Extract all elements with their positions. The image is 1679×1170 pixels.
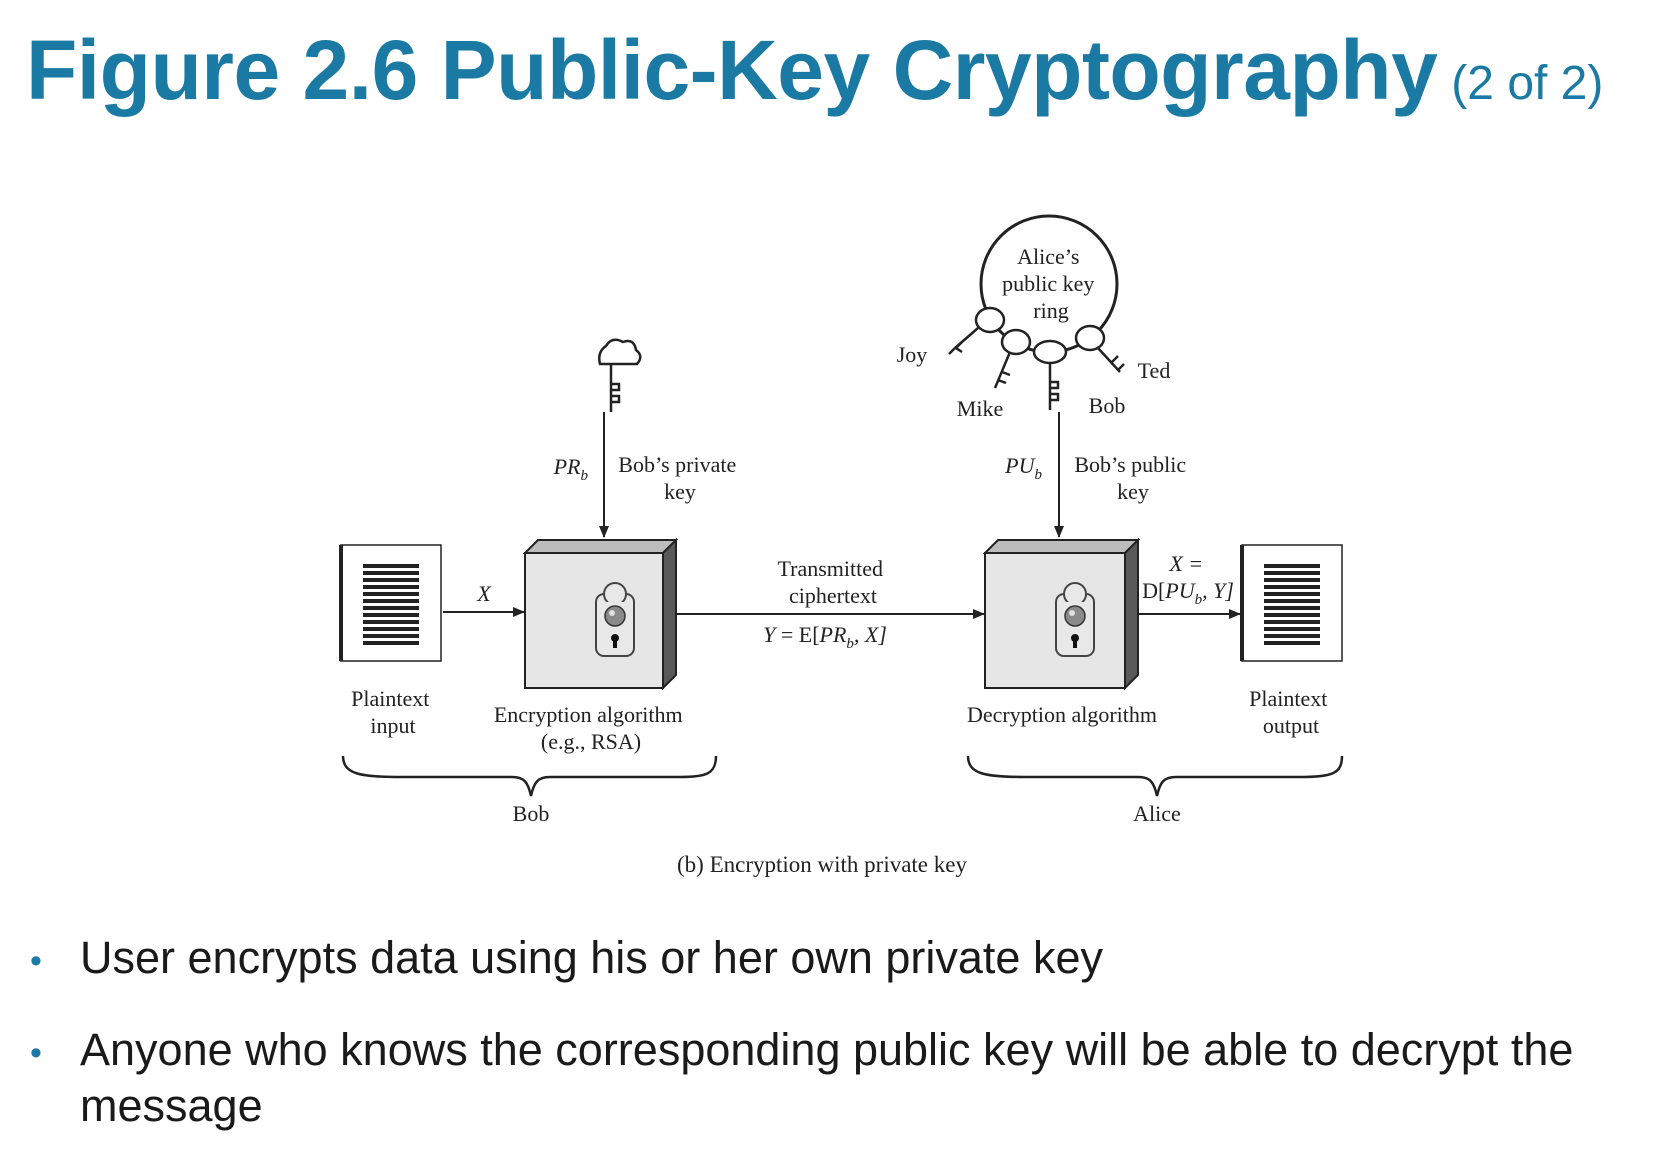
encryption-algorithm-label: Encryption algorithm (e.g., RSA)	[494, 702, 688, 754]
plaintext-input-label: Plaintext input	[351, 686, 435, 738]
encryption-algorithm-box	[522, 537, 679, 691]
decryption-lock-icon	[1055, 582, 1095, 657]
bullet-text: User encrypts data using his or her own …	[80, 932, 1103, 983]
bullet-item: • User encrypts data using his or her own…	[28, 930, 1658, 986]
ring-key-bob-label: Bob	[1089, 393, 1126, 418]
bob-group-label: Bob	[513, 801, 550, 826]
bullet-text: Anyone who knows the corresponding publi…	[80, 1024, 1574, 1131]
ring-key-joy-label: Joy	[897, 342, 928, 367]
public-key-symbol: PUb	[1004, 453, 1042, 483]
ring-key-joy-icon	[948, 306, 1006, 355]
plaintext-input-document-icon	[339, 544, 442, 662]
bullet-item: • Anyone who knows the corresponding publ…	[28, 1022, 1658, 1134]
transmitted-ciphertext-label: Transmitted ciphertext	[777, 556, 888, 608]
cipher-formula: Y = E[PRb, X]	[763, 622, 887, 652]
private-key-symbol: PRb	[553, 454, 589, 484]
ring-key-ted-label: Ted	[1138, 358, 1171, 383]
bullet-list: • User encrypts data using his or her own…	[28, 930, 1658, 1170]
decryption-algorithm-box	[982, 537, 1141, 691]
alice-brace	[966, 755, 1344, 797]
bob-brace	[341, 755, 718, 797]
ring-key-bob-icon	[1032, 339, 1068, 412]
private-key-desc: Bob’s private key	[618, 452, 741, 504]
plaintext-output-label: Plaintext output	[1249, 686, 1333, 738]
bullet-dot-icon: •	[30, 942, 42, 980]
plaintext-output-document-icon	[1240, 544, 1343, 662]
bullet-dot-icon: •	[30, 1034, 42, 1072]
public-key-diagram: Plaintext input X Encryption algorithm (…	[339, 214, 1344, 877]
ring-key-mike-label: Mike	[957, 396, 1003, 421]
encryption-lock-icon	[595, 582, 635, 657]
ring-key-mike-icon	[993, 328, 1032, 389]
private-key-icon	[598, 338, 642, 414]
ring-key-ted-icon	[1074, 324, 1125, 373]
diagram-caption: (b) Encryption with private key	[677, 852, 967, 877]
alice-group-label: Alice	[1133, 801, 1181, 826]
decryption-algorithm-label: Decryption algorithm	[967, 702, 1157, 727]
public-key-desc: Bob’s public key	[1074, 452, 1191, 504]
x-label: X	[476, 581, 492, 606]
output-formula: X = D[PUb, Y]	[1142, 551, 1234, 608]
